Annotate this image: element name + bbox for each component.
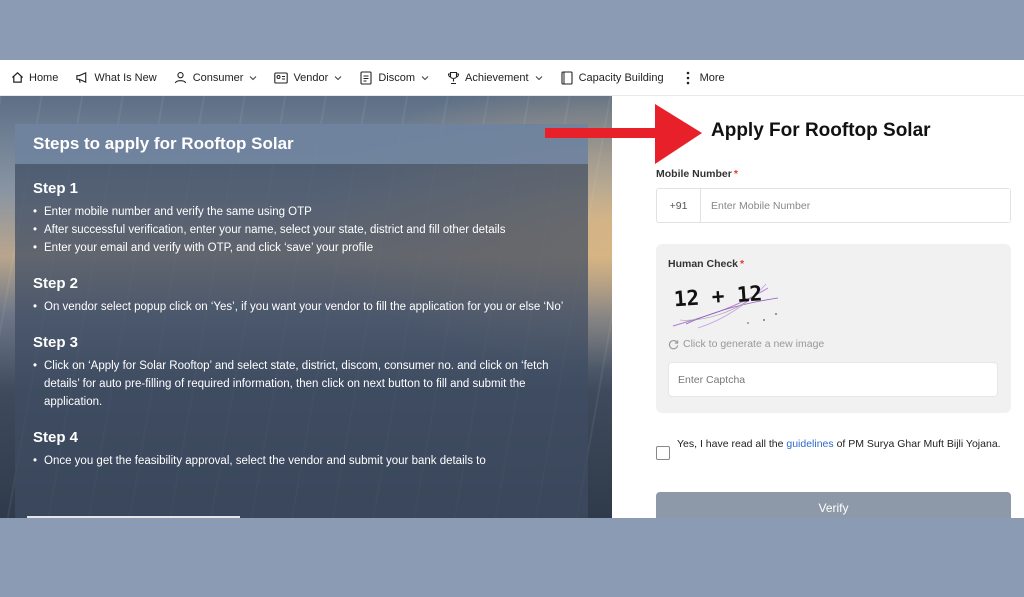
guidelines-suffix: of PM Surya Ghar Muft Bijli Yojana. xyxy=(833,438,1001,450)
step-list: Once you get the feasibility approval, s… xyxy=(33,452,570,470)
id-card-icon xyxy=(274,71,289,85)
captcha-input[interactable] xyxy=(668,362,998,397)
list-item: Once you get the feasibility approval, s… xyxy=(33,452,570,470)
list-item: Enter your email and verify with OTP, an… xyxy=(33,239,570,257)
human-check-label: Human Check * xyxy=(668,258,744,270)
guidelines-checkbox[interactable] xyxy=(656,446,670,460)
step-title: Step 4 xyxy=(33,429,79,446)
nav-capacity-building[interactable]: Capacity Building xyxy=(560,70,664,85)
step-list: Enter mobile number and verify the same … xyxy=(33,203,570,257)
chevron-down-icon xyxy=(334,74,342,82)
hero-background: Steps to apply for Rooftop Solar Step 1 … xyxy=(0,96,612,518)
nav-consumer-label: Consumer xyxy=(192,71,244,84)
step-title: Step 2 xyxy=(33,275,79,292)
verify-button[interactable]: Verify xyxy=(656,492,1011,518)
red-arrow-icon xyxy=(545,104,702,164)
captcha-text: 12 + 12 xyxy=(673,281,763,311)
step-title: Step 3 xyxy=(33,334,79,351)
top-navbar: Home What Is New Consumer Vendor Discom … xyxy=(0,60,1024,96)
country-code: +91 xyxy=(657,189,701,222)
nav-vendor-label: Vendor xyxy=(293,71,329,84)
home-icon xyxy=(10,71,24,85)
nav-what-is-new[interactable]: What Is New xyxy=(75,71,157,85)
captcha-image: 12 + 12 xyxy=(672,281,779,329)
more-vertical-icon xyxy=(681,71,695,85)
chevron-down-icon xyxy=(249,74,257,82)
nav-more-label: More xyxy=(699,71,725,84)
steps-body: Step 1 Enter mobile number and verify th… xyxy=(15,164,588,470)
human-check-label-text: Human Check xyxy=(668,258,739,270)
refresh-icon xyxy=(668,339,679,350)
regenerate-captcha-link[interactable]: Click to generate a new image xyxy=(668,338,824,350)
nav-what-is-new-label: What Is New xyxy=(94,71,157,84)
list-item: After successful verification, enter you… xyxy=(33,221,570,239)
nav-more[interactable]: More xyxy=(681,71,725,85)
mobile-number-label: Mobile Number * xyxy=(656,168,738,180)
list-item: Click on ‘Apply for Solar Rooftop’ and s… xyxy=(33,357,570,411)
app-frame: Home What Is New Consumer Vendor Discom … xyxy=(0,60,1024,518)
nav-home-label: Home xyxy=(29,71,59,84)
megaphone-icon xyxy=(75,71,89,85)
step-list: On vendor select popup click on ‘Yes’, i… xyxy=(33,298,570,316)
list-item: On vendor select popup click on ‘Yes’, i… xyxy=(33,298,570,316)
guidelines-agreement: Yes, I have read all the guidelines of P… xyxy=(656,436,1016,460)
step-title: Step 1 xyxy=(33,180,79,197)
required-mark: * xyxy=(733,168,738,180)
nav-achievement-label: Achievement xyxy=(465,71,529,84)
horizontal-scrollbar[interactable] xyxy=(27,516,240,518)
steps-panel[interactable]: Steps to apply for Rooftop Solar Step 1 … xyxy=(15,124,588,518)
regenerate-captcha-label: Click to generate a new image xyxy=(683,338,825,350)
nav-discom[interactable]: Discom xyxy=(359,70,429,85)
step-list: Click on ‘Apply for Solar Rooftop’ and s… xyxy=(33,357,570,411)
mobile-number-input[interactable] xyxy=(701,189,1010,222)
mobile-number-group: +91 xyxy=(656,188,1011,223)
book-icon xyxy=(560,70,574,85)
document-icon xyxy=(359,70,373,85)
user-icon xyxy=(174,71,188,85)
nav-capacity-building-label: Capacity Building xyxy=(578,71,664,84)
chevron-down-icon xyxy=(421,74,429,82)
form-title: Apply For Rooftop Solar xyxy=(711,120,931,141)
chevron-down-icon xyxy=(535,74,543,82)
guidelines-prefix: Yes, I have read all the xyxy=(677,438,787,450)
mobile-number-label-text: Mobile Number xyxy=(656,168,732,180)
nav-home[interactable]: Home xyxy=(10,71,58,85)
steps-title: Steps to apply for Rooftop Solar xyxy=(15,124,588,164)
required-mark: * xyxy=(740,258,745,270)
list-item: Enter mobile number and verify the same … xyxy=(33,203,570,221)
nav-vendor[interactable]: Vendor xyxy=(274,71,342,85)
nav-consumer[interactable]: Consumer xyxy=(174,71,258,85)
nav-discom-label: Discom xyxy=(378,71,415,84)
human-check-box: Human Check * 12 + 12 Click to generate a… xyxy=(656,244,1011,413)
nav-achievement[interactable]: Achievement xyxy=(446,71,543,85)
trophy-icon xyxy=(446,71,460,85)
guidelines-link[interactable]: guidelines xyxy=(786,438,833,450)
guidelines-text: Yes, I have read all the guidelines of P… xyxy=(677,436,1001,460)
